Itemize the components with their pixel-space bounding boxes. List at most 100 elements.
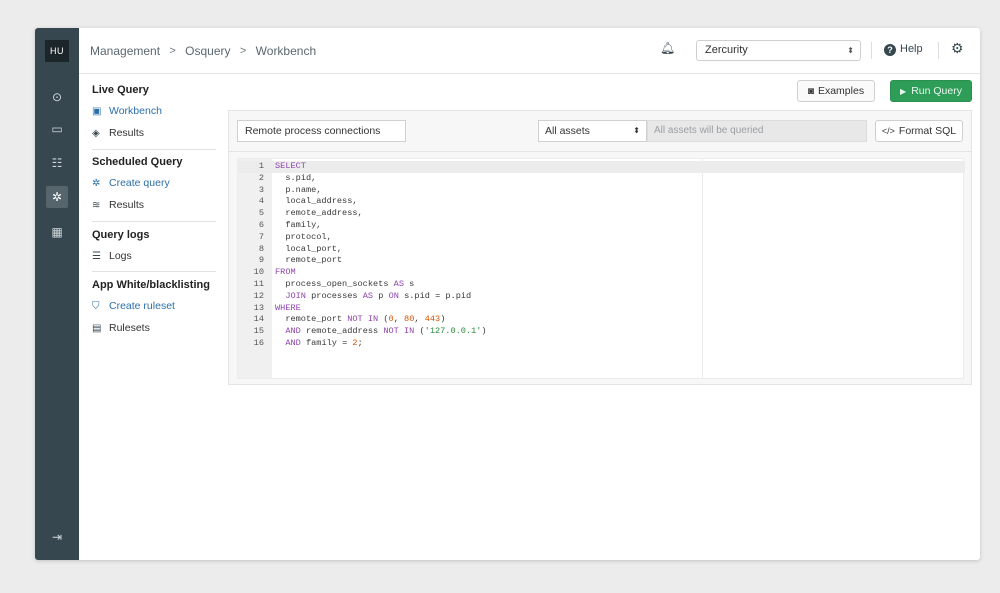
code-line: FROM xyxy=(275,267,296,278)
code-line: family, xyxy=(285,220,322,230)
line-number: 5 xyxy=(258,208,264,219)
line-number: 2 xyxy=(258,172,264,183)
code-icon: </> xyxy=(881,126,895,136)
sidebar-item-label: Results xyxy=(109,199,145,211)
help-button[interactable]: ? Help xyxy=(884,43,923,56)
sidebar-item-label: Logs xyxy=(109,250,132,262)
sidebar-item-live-results[interactable]: ◈ Results xyxy=(92,127,144,139)
asset-select[interactable]: All assets ⬍ xyxy=(538,120,647,142)
sidebar-item-rulesets[interactable]: ▤ Rulesets xyxy=(92,322,150,334)
asset-select-value: All assets xyxy=(545,125,590,137)
line-number: 10 xyxy=(253,267,264,278)
code-line: protocol, xyxy=(285,231,332,242)
sidebar-item-workbench[interactable]: ▣ Workbench xyxy=(92,105,162,117)
divider xyxy=(871,42,872,59)
code-line: local_address, xyxy=(285,196,358,207)
code-line: SELECT xyxy=(275,161,306,171)
checklist-icon[interactable]: ☷ xyxy=(46,152,68,174)
query-toolbar: All assets ⬍ All assets will be queried … xyxy=(229,111,971,152)
code-line: remote_port xyxy=(285,255,343,266)
sidebar-item-label: Results xyxy=(109,127,145,139)
code-line: AND remote_address NOT IN ('127.0.0.1') xyxy=(285,326,487,337)
stack-icon: ≋ xyxy=(92,200,101,211)
bell-icon[interactable]: 🔔︎ xyxy=(660,41,675,55)
window-icon: ▣ xyxy=(92,106,102,117)
gear-icon[interactable]: ⚙ xyxy=(951,40,964,57)
line-number: 3 xyxy=(258,184,264,195)
examples-button[interactable]: ◙ Examples xyxy=(797,80,875,102)
print-margin xyxy=(702,159,703,378)
grid-icon: ▤ xyxy=(92,323,102,334)
format-sql-label: Format SQL xyxy=(898,125,957,137)
sparkle-icon: ✲ xyxy=(92,178,101,189)
organization-select-value: Zercurity xyxy=(705,44,748,56)
sql-editor[interactable]: 1 SELECT 2 s.pid, 3 p.name, 4 local_address,… xyxy=(237,158,965,379)
active-line-highlight xyxy=(238,161,965,173)
list-icon: ☰ xyxy=(92,251,101,262)
code-line: s.pid, xyxy=(285,172,317,183)
dashboard-icon[interactable]: ⊙ xyxy=(46,86,68,108)
sidebar-item-create-ruleset[interactable]: ⛉ Create ruleset xyxy=(92,300,175,312)
sidebar-item-logs[interactable]: ☰ Logs xyxy=(92,250,132,262)
chevron-right-icon: > xyxy=(169,44,176,57)
line-number: 9 xyxy=(258,255,264,266)
code-line: p.name, xyxy=(285,184,322,195)
app-window: HU ⊙ ▭ ☷ ✲ ▦ ⇥ Management > Osquery > Wo… xyxy=(35,28,980,560)
query-name-input[interactable] xyxy=(237,120,406,142)
select-arrows-icon: ⬍ xyxy=(633,126,640,135)
sidebar-item-label: Rulesets xyxy=(109,322,150,334)
line-number: 4 xyxy=(258,196,264,207)
code-line: AND family = 2; xyxy=(285,338,363,348)
line-number: 14 xyxy=(253,314,264,325)
code-line: remote_port NOT IN (0, 80, 443) xyxy=(285,314,446,325)
divider xyxy=(92,149,216,150)
run-query-button[interactable]: ▶ Run Query xyxy=(890,80,972,102)
code-line: remote_address, xyxy=(285,208,363,219)
code-line: WHERE xyxy=(275,302,301,313)
organization-select[interactable]: Zercurity ⬍ xyxy=(696,40,861,61)
format-sql-button[interactable]: </> Format SQL xyxy=(875,120,963,142)
line-number: 13 xyxy=(253,302,264,313)
breadcrumb-management[interactable]: Management xyxy=(90,44,160,58)
building-icon[interactable]: ▦ xyxy=(46,221,68,243)
line-number: 7 xyxy=(258,231,264,242)
logout-icon[interactable]: ⇥ xyxy=(46,526,68,548)
camera-icon: ◙ xyxy=(807,86,814,97)
sidebar-item-label: Create query xyxy=(109,177,170,189)
code-line: JOIN processes AS p ON s.pid = p.pid xyxy=(285,290,472,301)
section-title-app-lists: App White/blacklisting xyxy=(92,279,210,291)
query-panel: All assets ⬍ All assets will be queried … xyxy=(228,110,972,385)
section-title-scheduled-query: Scheduled Query xyxy=(92,156,183,168)
code-line: local_port, xyxy=(285,243,343,254)
code-line: process_open_sockets AS s xyxy=(285,279,415,289)
eye-icon: ◈ xyxy=(92,128,100,139)
asset-filter-field: All assets will be queried xyxy=(647,120,867,142)
sidebar-item-label: Create ruleset xyxy=(109,300,175,312)
monitor-icon[interactable]: ▭ xyxy=(46,118,68,140)
breadcrumb-workbench: Workbench xyxy=(255,43,317,58)
line-number: 1 xyxy=(258,161,264,171)
chevron-right-icon: > xyxy=(239,44,247,57)
sidebar-item-scheduled-results[interactable]: ≋ Results xyxy=(92,199,144,211)
line-number: 6 xyxy=(258,220,264,230)
shield-icon: ⛉ xyxy=(92,301,100,312)
app-logo[interactable]: HU xyxy=(45,40,69,62)
select-arrows-icon: ⬍ xyxy=(847,46,854,55)
help-icon: ? xyxy=(884,44,896,56)
line-number: 12 xyxy=(253,290,264,301)
breadcrumb-osquery[interactable]: Osquery xyxy=(185,44,230,58)
line-number: 11 xyxy=(253,279,264,289)
divider xyxy=(92,271,216,272)
line-number: 16 xyxy=(253,338,264,348)
line-number: 8 xyxy=(258,243,264,254)
divider xyxy=(92,221,216,222)
run-query-label: Run Query xyxy=(911,85,962,97)
examples-label: Examples xyxy=(817,85,865,97)
play-icon: ▶ xyxy=(900,87,907,96)
divider xyxy=(938,42,939,59)
sidebar-item-create-query[interactable]: ✲ Create query xyxy=(92,177,170,189)
icon-rail: HU ⊙ ▭ ☷ ✲ ▦ ⇥ xyxy=(35,28,79,560)
line-number: 15 xyxy=(253,326,264,337)
osquery-icon[interactable]: ✲ xyxy=(46,186,68,208)
section-title-live-query: Live Query xyxy=(92,84,149,96)
